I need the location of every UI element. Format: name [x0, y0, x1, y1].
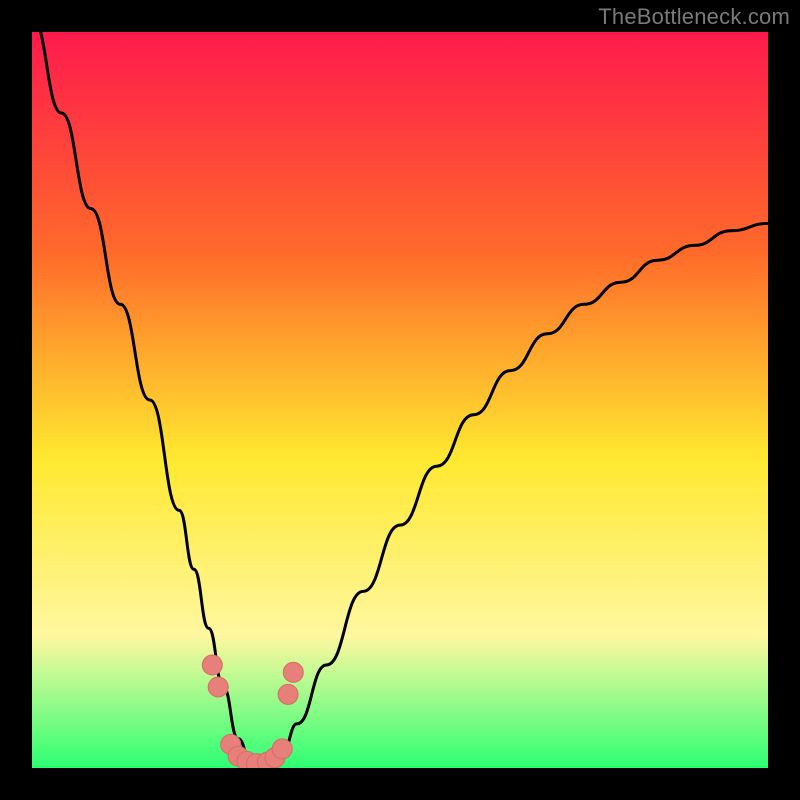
bottleneck-chart [32, 32, 768, 768]
gradient-background [32, 32, 768, 768]
data-marker [208, 677, 228, 697]
chart-frame: TheBottleneck.com [0, 0, 800, 800]
plot-area [32, 32, 768, 768]
watermark-text: TheBottleneck.com [598, 4, 790, 30]
data-marker [272, 739, 292, 759]
data-marker [278, 684, 298, 704]
data-marker [202, 655, 222, 675]
data-marker [283, 662, 303, 682]
